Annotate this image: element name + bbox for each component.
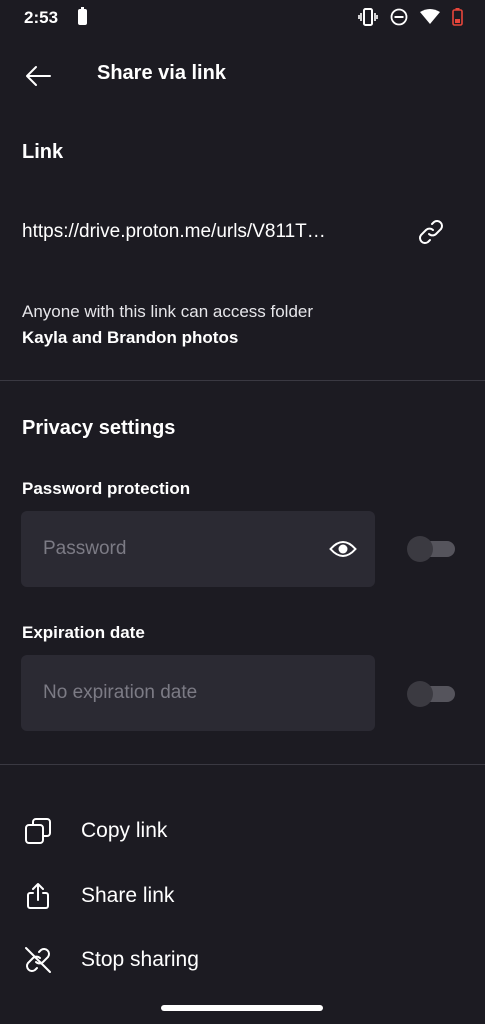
share-icon — [22, 880, 54, 912]
password-input[interactable] — [21, 511, 321, 587]
expiration-date-placeholder: No expiration date — [43, 682, 198, 703]
share-link-button[interactable]: Share link — [0, 868, 485, 924]
expiration-date-toggle[interactable] — [407, 681, 455, 707]
app-bar: Share via link — [0, 50, 485, 100]
password-field-container — [21, 511, 375, 587]
show-password-button[interactable] — [327, 533, 359, 565]
access-text: Anyone with this link can access folder — [22, 302, 314, 321]
expiration-date-field[interactable]: No expiration date — [21, 655, 375, 731]
status-bar: 2:53 — [0, 0, 485, 36]
password-protection-toggle[interactable] — [407, 536, 455, 562]
wifi-icon — [420, 9, 440, 25]
toggle-thumb — [407, 536, 433, 562]
link-off-icon — [22, 944, 54, 976]
share-link-label: Share link — [81, 884, 175, 907]
divider — [0, 764, 485, 765]
status-icons — [358, 8, 463, 26]
vibrate-icon — [358, 8, 378, 26]
battery-low-icon — [452, 8, 463, 26]
share-via-link-screen: 2:53 Share via link Link https://drive.p… — [0, 0, 485, 1024]
status-time: 2:53 — [24, 8, 59, 27]
expiration-date-label: Expiration date — [22, 623, 145, 642]
privacy-settings-heading: Privacy settings — [22, 417, 176, 439]
toggle-thumb — [407, 681, 433, 707]
access-description: Anyone with this link can access folder … — [22, 299, 313, 351]
copy-icon — [22, 815, 54, 847]
stop-sharing-button[interactable]: Stop sharing — [0, 932, 485, 988]
share-link-row: https://drive.proton.me/urls/V811T… — [22, 219, 462, 249]
password-protection-label: Password protection — [22, 479, 191, 498]
share-link-url[interactable]: https://drive.proton.me/urls/V811T… — [22, 221, 326, 243]
stop-sharing-label: Stop sharing — [81, 948, 199, 971]
folder-name: Kayla and Brandon photos — [22, 328, 239, 347]
back-button[interactable] — [18, 56, 58, 96]
link-icon-button[interactable] — [414, 215, 448, 249]
divider — [0, 380, 485, 381]
copy-link-button[interactable]: Copy link — [0, 803, 485, 859]
home-indicator[interactable] — [161, 1005, 323, 1011]
do-not-disturb-icon — [390, 8, 408, 26]
copy-link-label: Copy link — [81, 819, 168, 842]
link-section-heading: Link — [22, 141, 64, 163]
link-icon — [419, 220, 443, 244]
battery-saver-icon — [78, 7, 87, 25]
page-title: Share via link — [97, 62, 226, 84]
arrow-left-icon — [26, 66, 51, 86]
eye-icon — [329, 541, 357, 557]
